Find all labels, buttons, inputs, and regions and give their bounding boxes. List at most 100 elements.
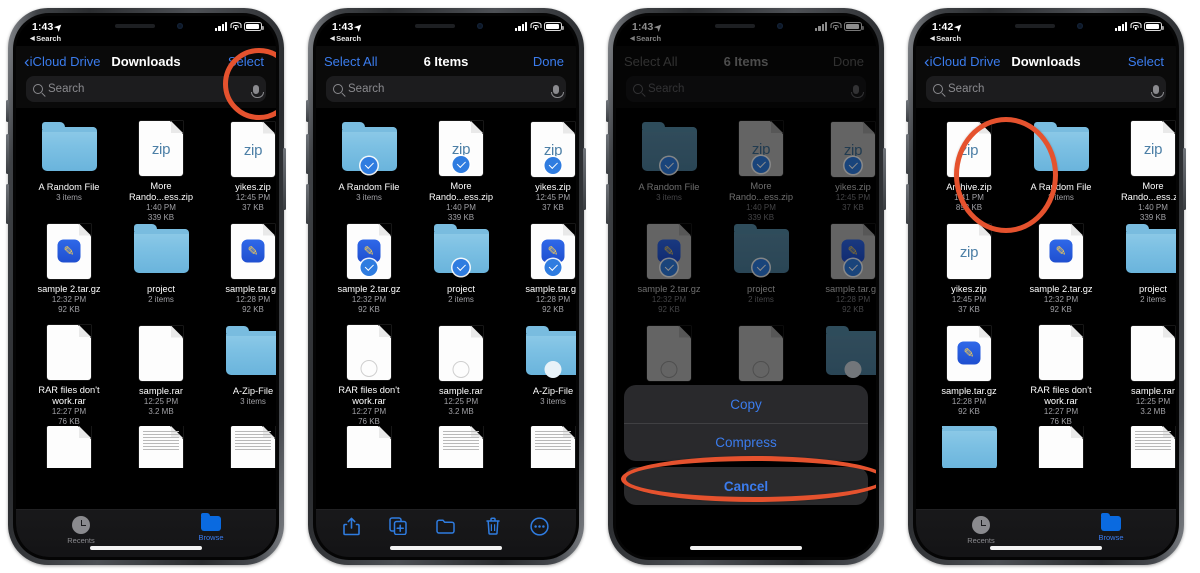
- search-input[interactable]: Search: [926, 76, 1166, 102]
- notch: [87, 16, 205, 38]
- file-cell[interactable]: zip MoreRando...ess.zip1:40 PM339 KB: [416, 120, 506, 222]
- zip-file-icon: zip: [139, 121, 183, 176]
- notch: [987, 16, 1105, 38]
- file-meta-size: 339 KB: [447, 212, 475, 222]
- volume-button[interactable]: [6, 134, 9, 174]
- file-meta-size: 893 KB: [955, 202, 983, 212]
- compress-action[interactable]: Compress: [624, 423, 868, 461]
- file-cell[interactable]: zip yikes.zip 12:45 PM 37 KB: [208, 120, 276, 222]
- home-indicator[interactable]: [90, 546, 202, 550]
- file-cell[interactable]: [324, 426, 414, 468]
- search-input[interactable]: Search: [326, 76, 566, 102]
- file-grid: A Random File 3 items zip More Rando...ess.z…: [316, 111, 576, 557]
- move-folder-icon[interactable]: [436, 518, 456, 539]
- targz-file-icon: ✎: [947, 325, 991, 381]
- file-cell[interactable]: zip yikes.zip 12:45 PM 37 KB: [508, 120, 576, 222]
- file-cell[interactable]: A Random File 3 items: [324, 120, 414, 222]
- file-thumbnail: [525, 324, 576, 382]
- status-back-to-app[interactable]: ◀ Search: [30, 34, 61, 43]
- volume-button[interactable]: [906, 184, 909, 224]
- nav-action-button[interactable]: Select: [1128, 54, 1164, 69]
- microphone-icon[interactable]: [250, 84, 264, 98]
- blank-file-icon: [139, 325, 183, 381]
- home-indicator[interactable]: [990, 546, 1102, 550]
- file-cell[interactable]: project 2 items: [116, 222, 206, 324]
- file-cell[interactable]: ✎ sample 2.tar.gz 12:32 PM 92 KB: [24, 222, 114, 324]
- volume-button[interactable]: [306, 184, 309, 224]
- status-back-to-app[interactable]: ◀ Search: [330, 34, 361, 43]
- volume-button[interactable]: [906, 134, 909, 174]
- phone-device: A Random File 3 items zip More Rando...ess.z…: [606, 8, 886, 565]
- document-lines: [143, 431, 179, 468]
- file-cell[interactable]: A-Zip-File 3 items: [208, 324, 276, 426]
- tab-recents[interactable]: Recents: [16, 516, 146, 545]
- volume-button[interactable]: [606, 184, 609, 224]
- status-back-to-app[interactable]: ◀ Search: [930, 34, 961, 43]
- more-icon[interactable]: [530, 516, 549, 541]
- file-thumbnail: [133, 426, 189, 468]
- volume-button[interactable]: [906, 100, 909, 122]
- tab-browse[interactable]: Browse: [146, 513, 276, 542]
- home-indicator[interactable]: [390, 546, 502, 550]
- file-cell[interactable]: [508, 426, 576, 468]
- file-cell[interactable]: A Random File 3 items: [24, 120, 114, 222]
- file-cell[interactable]: RAR files don't work.rar 12:27 PM 76 KB: [1016, 324, 1106, 426]
- file-cell[interactable]: sample.rar 12:25 PM 3.2 MB: [1108, 324, 1176, 426]
- power-button[interactable]: [583, 148, 586, 210]
- volume-button[interactable]: [606, 100, 609, 122]
- tab-browse[interactable]: Browse: [1046, 513, 1176, 542]
- tab-recents[interactable]: Recents: [916, 516, 1046, 545]
- file-cell[interactable]: [924, 426, 1014, 468]
- file-cell[interactable]: ✎ sample 2.tar.gz 12:32 PM 92 KB: [324, 222, 414, 324]
- file-cell[interactable]: RAR files don't work.rar 12:27 PM 76 KB: [324, 324, 414, 426]
- power-button[interactable]: [283, 148, 286, 210]
- zip-label: zip: [543, 141, 563, 159]
- file-cell[interactable]: [208, 426, 276, 468]
- file-cell[interactable]: [1108, 426, 1176, 468]
- home-indicator[interactable]: [690, 546, 802, 550]
- file-grid: zip Archive.zip 1:41 PM 893 KB A Random File…: [916, 111, 1176, 557]
- file-cell[interactable]: ✎ sample.tar.gz 12:28 PM 92 KB: [508, 222, 576, 324]
- tab-label: Browse: [1098, 533, 1124, 542]
- file-cell[interactable]: [416, 426, 506, 468]
- nav-action-button[interactable]: Done: [533, 54, 564, 69]
- file-cell[interactable]: A-Zip-File 3 items: [508, 324, 576, 426]
- copy-action[interactable]: Copy: [624, 385, 868, 423]
- cancel-action[interactable]: Cancel: [624, 467, 868, 505]
- file-cell[interactable]: sample.rar 12:25 PM 3.2 MB: [116, 324, 206, 426]
- volume-button[interactable]: [306, 134, 309, 174]
- power-button[interactable]: [1183, 148, 1186, 210]
- volume-button[interactable]: [6, 184, 9, 224]
- file-cell[interactable]: zip yikes.zip 12:45 PM 37 KB: [924, 222, 1014, 324]
- file-cell[interactable]: A Random File 3 items: [1016, 120, 1106, 222]
- power-button[interactable]: [883, 148, 886, 210]
- file-cell[interactable]: ✎ sample 2.tar.gz 12:32 PM 92 KB: [1016, 222, 1106, 324]
- file-cell[interactable]: [1016, 426, 1106, 468]
- file-cell[interactable]: zip Archive.zip 1:41 PM 893 KB: [924, 120, 1014, 222]
- file-cell[interactable]: ✎ sample.tar.gz 12:28 PM 92 KB: [208, 222, 276, 324]
- file-cell[interactable]: zip MoreRando...ess.zip1:40 PM339 KB: [1108, 120, 1176, 222]
- nav-action-button[interactable]: Select: [228, 54, 264, 69]
- trash-icon[interactable]: [485, 517, 501, 540]
- file-cell[interactable]: sample.rar 12:25 PM 3.2 MB: [416, 324, 506, 426]
- blank-file-icon: [47, 325, 91, 380]
- share-icon[interactable]: [342, 517, 360, 541]
- file-cell[interactable]: [116, 426, 206, 468]
- volume-button[interactable]: [6, 100, 9, 122]
- volume-button[interactable]: [306, 100, 309, 122]
- file-cell[interactable]: project 2 items: [416, 222, 506, 324]
- duplicate-icon[interactable]: [389, 517, 407, 540]
- search-input[interactable]: Search: [26, 76, 266, 102]
- file-cell[interactable]: project 2 items: [1108, 222, 1176, 324]
- microphone-icon[interactable]: [1150, 84, 1164, 98]
- blank-file-icon: [1039, 325, 1083, 380]
- action-sheet-group: Copy Compress: [624, 385, 868, 461]
- file-cell[interactable]: ✎ sample.tar.gz 12:28 PM 92 KB: [924, 324, 1014, 426]
- microphone-icon[interactable]: [550, 84, 564, 98]
- file-cell[interactable]: zip MoreRando...ess.zip1:40 PM339 KB: [116, 120, 206, 222]
- file-cell[interactable]: [24, 426, 114, 468]
- file-thumbnail: [41, 426, 97, 468]
- file-meta-size: 37 KB: [958, 304, 980, 314]
- volume-button[interactable]: [606, 134, 609, 174]
- file-cell[interactable]: RAR files don't work.rar 12:27 PM 76 KB: [24, 324, 114, 426]
